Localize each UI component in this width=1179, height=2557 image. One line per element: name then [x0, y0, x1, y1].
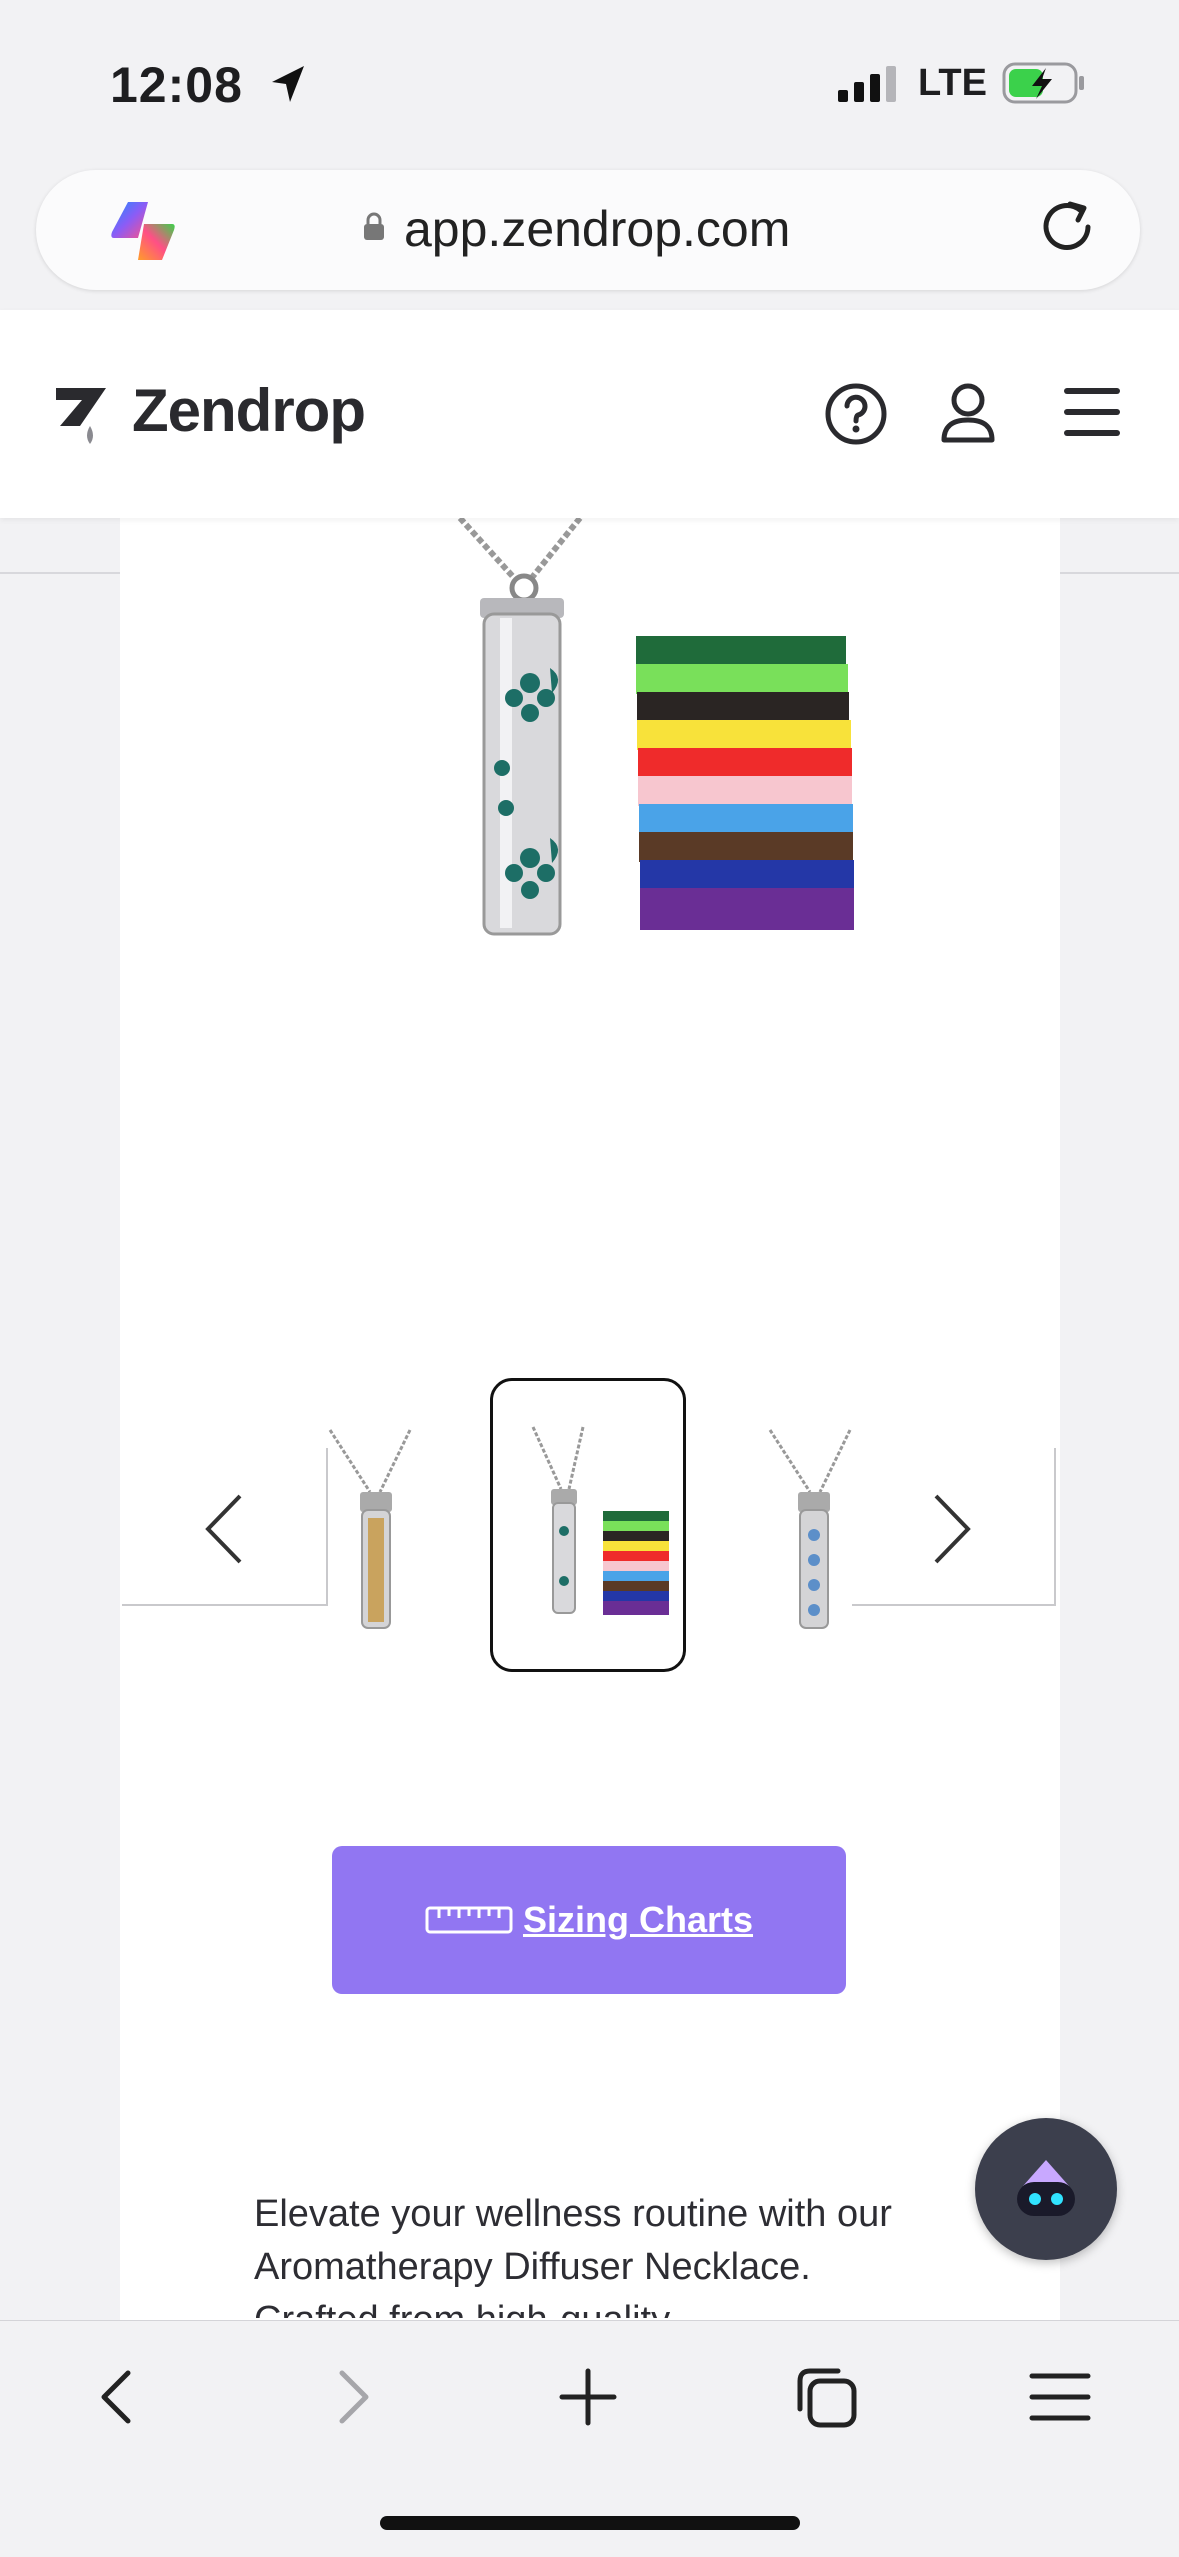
zendrop-logo-icon[interactable] — [52, 382, 112, 451]
cell-signal-icon — [838, 66, 900, 107]
robot-assistant-icon — [1017, 2160, 1075, 2216]
carousel-divider-right-vertical — [1054, 1448, 1056, 1606]
thumbnail-2-selected[interactable] — [490, 1378, 686, 1672]
thumbnail-1[interactable] — [300, 1400, 450, 1640]
plus-icon — [559, 2368, 617, 2426]
location-arrow-icon — [268, 62, 308, 111]
thumbnail-3[interactable] — [740, 1400, 890, 1640]
menu-lines-icon — [1029, 2373, 1091, 2421]
browser-menu-button[interactable] — [1020, 2357, 1100, 2437]
copilot-icon[interactable] — [108, 198, 178, 269]
chevron-right-icon — [934, 1494, 971, 1564]
carousel-next-button[interactable] — [922, 1484, 982, 1574]
back-button[interactable] — [76, 2357, 156, 2437]
sizing-charts-button[interactable]: Sizing Charts — [332, 1846, 846, 1994]
brand-name[interactable]: Zendrop — [132, 376, 366, 445]
home-indicator[interactable] — [380, 2516, 800, 2530]
forward-button[interactable] — [314, 2357, 394, 2437]
hamburger-menu-icon[interactable] — [1062, 386, 1122, 443]
back-arrow-icon — [101, 2370, 131, 2424]
network-type: LTE — [918, 62, 987, 104]
address-bar[interactable]: app.zendrop.com — [36, 170, 1140, 290]
help-icon[interactable] — [824, 382, 888, 451]
tabs-icon — [797, 2368, 857, 2428]
reload-icon[interactable] — [1036, 196, 1098, 263]
sizing-charts-link[interactable]: Sizing Charts — [523, 1899, 753, 1941]
lock-icon — [362, 212, 386, 247]
product-description: Elevate your wellness routine with our A… — [254, 2193, 892, 2318]
carousel-divider-left — [122, 1604, 326, 1606]
ruler-icon — [425, 1906, 513, 1934]
status-time: 12:08 — [110, 57, 243, 113]
account-icon[interactable] — [938, 380, 998, 451]
site-header: Zendrop — [0, 310, 1179, 518]
battery-charging-icon — [1002, 62, 1086, 109]
url-text[interactable]: app.zendrop.com — [404, 200, 790, 258]
chat-assistant-button[interactable] — [975, 2118, 1117, 2260]
tabs-button[interactable] — [786, 2357, 866, 2437]
forward-arrow-icon — [339, 2370, 369, 2424]
new-tab-button[interactable] — [548, 2357, 628, 2437]
status-bar: 12:08 LTE — [0, 0, 1179, 170]
product-main-image[interactable] — [440, 515, 900, 998]
carousel-prev-button[interactable] — [194, 1484, 254, 1574]
chevron-left-icon — [205, 1494, 242, 1564]
